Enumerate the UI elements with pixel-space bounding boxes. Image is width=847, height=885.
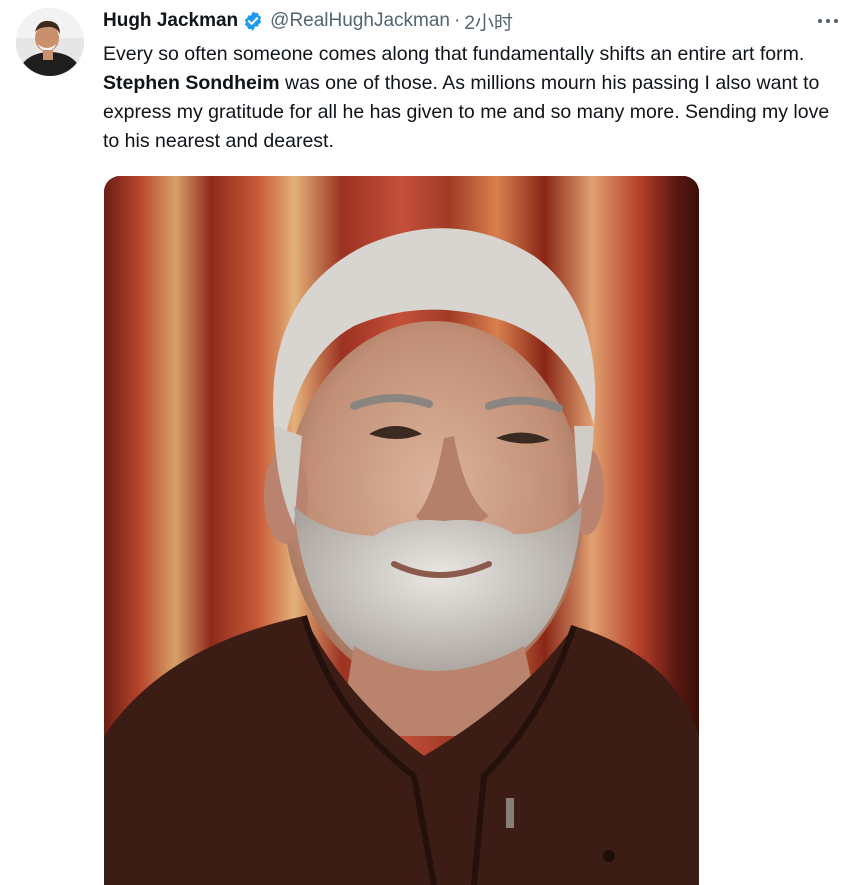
more-options-icon[interactable] bbox=[814, 10, 842, 32]
header-separator: · bbox=[453, 10, 461, 31]
author-name[interactable]: Hugh Jackman bbox=[103, 10, 238, 32]
mention-stephen-sondheim: Stephen Sondheim bbox=[103, 72, 280, 94]
author-handle[interactable]: @RealHughJackman bbox=[270, 10, 450, 32]
verified-badge-icon bbox=[242, 10, 264, 32]
tweet-card: Hugh Jackman @RealHughJackman · 2小时 Ever… bbox=[0, 0, 847, 885]
tweet-header: Hugh Jackman @RealHughJackman · 2小时 bbox=[103, 8, 513, 34]
author-avatar[interactable] bbox=[16, 8, 84, 76]
tweet-timestamp[interactable]: 2小时 bbox=[464, 8, 513, 35]
tweet-text-part1: Every so often someone comes along that … bbox=[103, 43, 805, 65]
tweet-photo[interactable] bbox=[104, 176, 699, 885]
tweet-text: Every so often someone comes along that … bbox=[103, 40, 843, 156]
